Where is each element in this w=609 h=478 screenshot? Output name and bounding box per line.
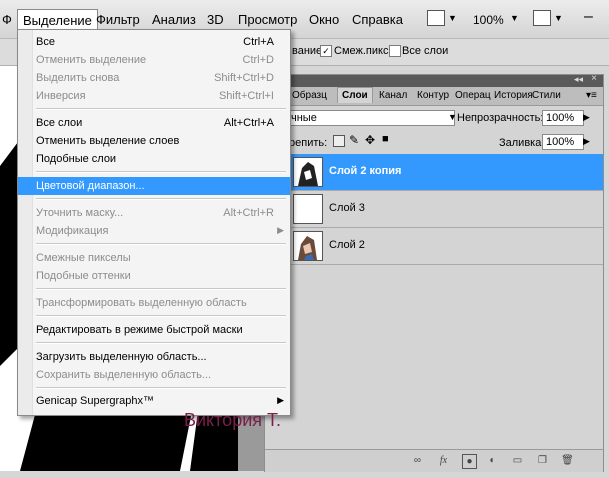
select-menu: Все Ctrl+A Отменить выделение Ctrl+D Выдел… xyxy=(17,29,291,416)
menu-item-inverse[interactable]: Инверсия Shift+Ctrl+I xyxy=(18,87,290,105)
contiguous-label: Смеж.пикс xyxy=(334,45,389,57)
menu-separator xyxy=(36,243,286,245)
adjustment-layer-icon[interactable]: ◐ xyxy=(486,454,499,467)
fill-label: Заливка: xyxy=(499,137,545,149)
chevron-right-icon[interactable]: ▶ xyxy=(583,136,590,147)
tab-swatches[interactable]: Образц xyxy=(289,89,330,102)
menu-item-similar-layers[interactable]: Подобные слои xyxy=(18,150,290,168)
layer-row[interactable]: Слой 3 xyxy=(287,191,603,228)
submenu-arrow-icon: ▶ xyxy=(277,395,284,405)
menu-separator xyxy=(36,288,286,290)
lock-transparent-icon[interactable] xyxy=(333,135,345,147)
folder-icon[interactable]: ▭ xyxy=(511,454,524,467)
panel-menu-icon[interactable]: ▾≡ xyxy=(583,89,600,102)
submenu-arrow-icon: ▶ xyxy=(277,225,284,235)
all-layers-checkbox[interactable] xyxy=(389,45,401,57)
menu-separator xyxy=(36,342,286,344)
lock-icon[interactable]: ■ xyxy=(382,133,389,145)
chevron-right-icon[interactable]: ▶ xyxy=(583,112,590,123)
tab-layers[interactable]: Слои xyxy=(337,87,373,103)
menu-separator xyxy=(36,108,286,110)
opacity-label: Непрозрачность: xyxy=(457,112,544,124)
brush-icon[interactable]: ✎ xyxy=(349,133,359,147)
menu-item-transform-selection[interactable]: Трансформировать выделенную область xyxy=(18,294,290,312)
contiguous-checkbox[interactable]: ✓ xyxy=(320,45,332,57)
tab-actions[interactable]: Операц xyxy=(452,89,494,102)
chevron-down-icon[interactable]: ▼ xyxy=(448,13,457,23)
all-layers-label: Все слои xyxy=(402,45,449,57)
layer-thumbnail xyxy=(293,194,323,224)
layers-panel: ◂◂ × Образц Слои Канал Контур Операц Ист… xyxy=(264,73,604,472)
layer-thumbnail xyxy=(293,157,323,187)
close-icon[interactable]: × xyxy=(591,73,597,84)
menu-item-save-selection[interactable]: Сохранить выделенную область... xyxy=(18,366,290,384)
link-layers-icon[interactable]: ∞ xyxy=(411,454,424,467)
menu-file-cut[interactable]: Ф xyxy=(2,12,12,27)
tab-paths[interactable]: Контур xyxy=(414,89,452,102)
menu-item-genicap[interactable]: Genicap Supergraphx™ ▶ xyxy=(18,392,290,410)
panel-footer: ∞ fx ● ◐ ▭ ❐ 🗑 xyxy=(265,449,603,472)
menu-item-all[interactable]: Все Ctrl+A xyxy=(18,33,290,51)
new-layer-icon[interactable]: ❐ xyxy=(536,454,549,467)
tab-channels[interactable]: Канал xyxy=(376,89,410,102)
fx-icon[interactable]: fx xyxy=(437,454,450,467)
menu-item-quick-mask[interactable]: Редактировать в режиме быстрой маски xyxy=(18,321,290,339)
arrange-icon[interactable] xyxy=(533,10,551,26)
layer-thumbnail xyxy=(293,231,323,261)
menu-separator xyxy=(36,315,286,317)
collapse-icon[interactable]: ◂◂ xyxy=(574,74,583,85)
layer-row[interactable]: Слой 2 копия xyxy=(287,154,603,191)
opacity-field[interactable]: 100% xyxy=(542,110,584,126)
chevron-down-icon[interactable]: ▼ xyxy=(448,112,457,122)
menu-item-similar[interactable]: Подобные оттенки xyxy=(18,267,290,285)
layer-name[interactable]: Слой 3 xyxy=(329,202,365,214)
menu-view[interactable]: Просмотр xyxy=(238,12,297,27)
chevron-down-icon[interactable]: ▼ xyxy=(510,13,519,23)
menu-window[interactable]: Окно xyxy=(309,12,339,27)
menu-item-color-range[interactable]: Цветовой диапазон... xyxy=(18,177,290,195)
menu-separator xyxy=(36,171,286,173)
add-mask-icon[interactable]: ● xyxy=(462,454,477,469)
lock-label: репить: xyxy=(289,137,328,149)
panel-header: ◂◂ × xyxy=(265,73,603,87)
menu-filter[interactable]: Фильтр xyxy=(96,12,140,27)
menu-item-reselect[interactable]: Выделить снова Shift+Ctrl+D xyxy=(18,69,290,87)
menu-item-load-selection[interactable]: Загрузить выделенную область... xyxy=(18,348,290,366)
minimize-icon[interactable]: – xyxy=(584,8,593,26)
layer-row[interactable]: Слой 2 xyxy=(287,228,603,265)
screen-mode-icon[interactable] xyxy=(427,10,445,26)
menu-separator xyxy=(36,387,286,389)
menu-item-modify[interactable]: Модификация ▶ xyxy=(18,222,290,240)
menu-select[interactable]: Выделение xyxy=(17,9,98,31)
move-icon[interactable]: ✥ xyxy=(365,133,375,147)
panel-tabs: Образц Слои Канал Контур Операц История … xyxy=(265,87,603,106)
menu-item-deselect-layers[interactable]: Отменить выделение слоев xyxy=(18,132,290,150)
chevron-down-icon[interactable]: ▼ xyxy=(554,13,563,23)
menu-separator xyxy=(36,198,286,200)
layer-name[interactable]: Слой 2 xyxy=(329,239,365,251)
tab-styles[interactable]: Стили xyxy=(529,89,564,102)
zoom-level[interactable]: 100% xyxy=(473,13,504,27)
trash-icon[interactable]: 🗑 xyxy=(561,454,574,467)
menu-3d[interactable]: 3D xyxy=(207,12,224,27)
partial-label: вание xyxy=(292,45,323,57)
menu-item-grow[interactable]: Смежные пикселы xyxy=(18,249,290,267)
menu-item-refine-mask[interactable]: Уточнить маску... Alt+Ctrl+R xyxy=(18,204,290,222)
menu-item-deselect[interactable]: Отменить выделение Ctrl+D xyxy=(18,51,290,69)
menu-item-all-layers[interactable]: Все слои Alt+Ctrl+A xyxy=(18,114,290,132)
layer-name[interactable]: Слой 2 копия xyxy=(329,165,401,177)
blend-mode-select[interactable]: чные xyxy=(287,110,455,126)
signature: Виктория Т. xyxy=(184,410,282,430)
menu-help[interactable]: Справка xyxy=(352,12,403,27)
menu-analysis[interactable]: Анализ xyxy=(152,12,196,27)
fill-field[interactable]: 100% xyxy=(542,134,584,150)
